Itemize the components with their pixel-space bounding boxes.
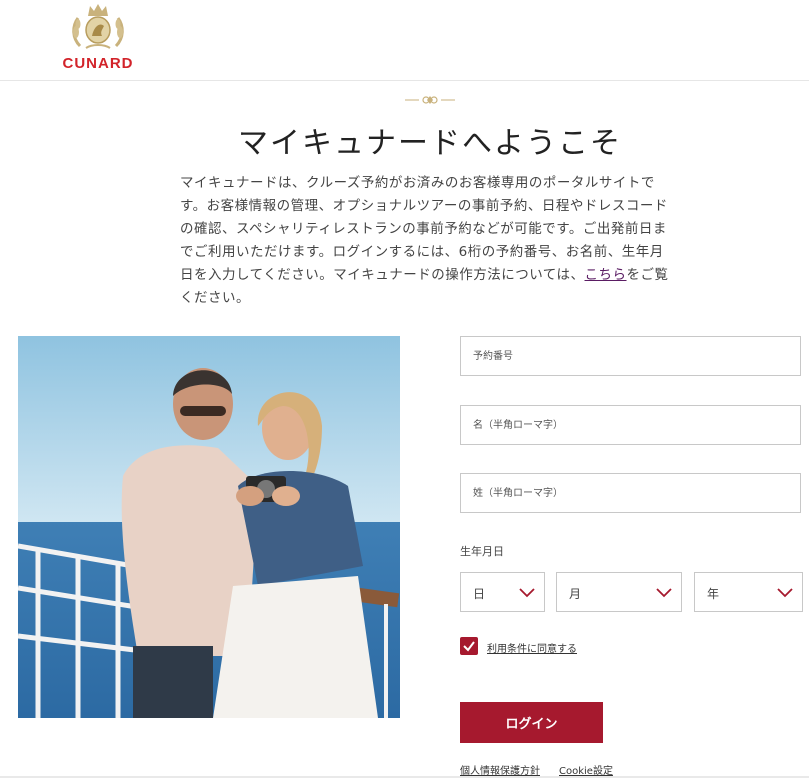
dob-year-value: 年 bbox=[707, 587, 720, 601]
privacy-policy-link[interactable]: 個人情報保護方針 bbox=[460, 762, 540, 777]
terms-checkbox[interactable] bbox=[460, 637, 478, 655]
page-title: マイキュナードへようこそ bbox=[238, 126, 622, 161]
dob-month-select[interactable]: 月 bbox=[556, 572, 682, 612]
intro-paragraph: マイキュナードは、クルーズ予約がお済みのお客様専用のポータルサイトです。お客様情… bbox=[180, 172, 675, 310]
last-name-input[interactable] bbox=[460, 473, 801, 513]
brand-name: CUNARD bbox=[62, 55, 134, 72]
cookie-settings-link[interactable]: Cookie設定 bbox=[559, 762, 613, 777]
chevron-down-icon bbox=[777, 588, 793, 598]
cunard-crest-icon bbox=[72, 4, 124, 49]
login-button[interactable]: ログイン bbox=[460, 702, 603, 743]
dob-year-select[interactable]: 年 bbox=[694, 572, 803, 612]
ornament-divider-icon bbox=[405, 96, 455, 104]
dob-month-value: 月 bbox=[569, 587, 582, 601]
chevron-down-icon bbox=[519, 588, 535, 598]
chevron-down-icon bbox=[656, 588, 672, 598]
site-header: CUNARD bbox=[0, 0, 809, 81]
booking-number-input[interactable] bbox=[460, 336, 801, 376]
cunard-logo[interactable]: CUNARD bbox=[55, 2, 141, 72]
dob-day-select[interactable]: 日 bbox=[460, 572, 545, 612]
dob-day-value: 日 bbox=[473, 587, 486, 601]
intro-help-link[interactable]: こちら bbox=[585, 267, 627, 283]
terms-link[interactable]: 利用条件に同意する bbox=[487, 640, 577, 655]
first-name-input[interactable] bbox=[460, 405, 801, 445]
check-icon bbox=[463, 641, 475, 652]
dob-label: 生年月日 bbox=[460, 545, 504, 558]
hero-photo bbox=[18, 336, 400, 718]
